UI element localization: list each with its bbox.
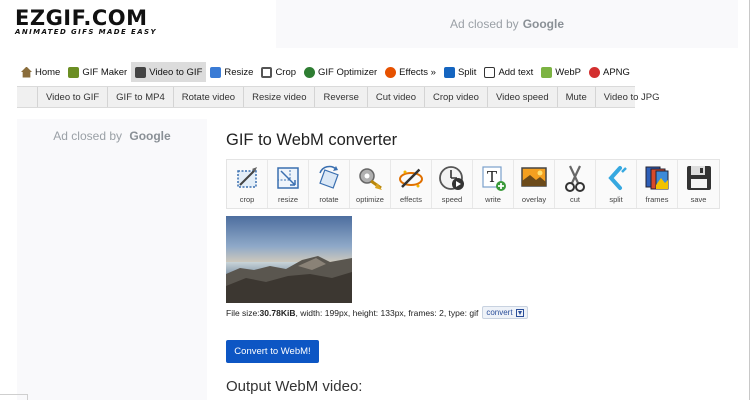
subnav-resize-video[interactable]: Resize video [243,87,314,107]
tool-speed[interactable]: speed [432,160,473,208]
cut-tool-icon [565,165,585,192]
tool-resize[interactable]: resize [268,160,309,208]
logo-name: EZGIF.COM [15,6,148,30]
nav-crop[interactable]: Crop [257,62,300,82]
file-size: 30.78KiB [259,307,296,318]
effects-tool-icon [399,166,423,188]
top-ad-banner: Ad closed by Google [276,0,738,48]
split-tool-icon [608,166,627,190]
subnav-video-to-gif[interactable]: Video to GIF [37,87,107,107]
output-title: Output WebM video: [226,378,363,395]
subnav-cut-video[interactable]: Cut video [366,87,424,107]
logo-tagline: ANIMATED GIFS MADE EASY [15,28,157,36]
nav-video-to-gif[interactable]: Video to GIF [131,62,207,82]
tool-write[interactable]: T write [473,160,514,208]
tool-toolbar: crop resize rotate optimize effects spee… [226,159,720,209]
nav-gif-maker[interactable]: GIF Maker [64,62,131,82]
nav-split[interactable]: Split [440,62,480,82]
side-ad-banner: Ad closed by Google [17,119,207,400]
subnav-video-speed[interactable]: Video speed [486,87,557,107]
ad-closed-text: Ad closed by [53,129,123,143]
tool-optimize[interactable]: optimize [350,160,391,208]
frames-tool-icon [645,166,669,190]
write-tool-icon: T [482,166,506,191]
crop-tool-icon [237,167,257,188]
nav-gif-optimizer[interactable]: GIF Optimizer [300,62,381,82]
subnav-mute[interactable]: Mute [556,87,595,107]
tool-rotate[interactable]: rotate [309,160,350,208]
home-icon [21,66,32,78]
crop-icon [261,66,273,78]
split-icon [443,66,455,78]
nav-resize[interactable]: Resize [206,62,257,82]
file-details: , width: 199px, height: 133px, frames: 2… [295,307,479,318]
ad-brand: Google [129,129,171,143]
nav-add-text[interactable]: Add text [480,62,537,82]
subnav-gif-to-mp4[interactable]: GIF to MP4 [107,87,173,107]
site-logo[interactable]: EZGIF.COM ANIMATED GIFS MADE EASY [15,7,175,37]
convert-to-webm-button[interactable]: Convert to WebM! [226,340,319,363]
webp-icon [541,66,553,78]
nav-apng[interactable]: APNG [585,62,634,82]
page-title: GIF to WebM converter [226,131,398,149]
sub-nav: Video to GIF GIF to MP4 Rotate video Res… [17,86,660,108]
effects-icon [385,66,397,78]
rotate-tool-icon [319,165,339,189]
window-corner [0,394,28,400]
nav-effects[interactable]: Effects » [381,62,440,82]
file-info: File size: 30.78KiB , width: 199px, heig… [226,306,528,319]
subnav-video-to-jpg[interactable]: Video to JPG [594,87,668,107]
nav-home[interactable]: Home [17,62,64,82]
optimize-tool-icon [359,168,382,190]
nav-webp[interactable]: WebP [537,62,585,82]
ad-brand: Google [522,17,565,31]
tool-frames[interactable]: frames [637,160,678,208]
subnav-crop-video[interactable]: Crop video [424,87,487,107]
tool-overlay[interactable]: overlay [514,160,555,208]
main-nav: Home GIF Maker Video to GIF Resize Crop … [17,62,634,82]
tool-crop[interactable]: crop [227,160,268,208]
svg-text:T: T [487,168,497,186]
tool-cut[interactable]: cut [555,160,596,208]
tool-effects[interactable]: effects [391,160,432,208]
gif-maker-icon [68,66,80,78]
resize-icon [210,66,222,78]
tool-split[interactable]: split [596,160,637,208]
subnav-reverse[interactable]: Reverse [314,87,366,107]
ad-closed-text: Ad closed by [449,17,519,31]
optimizer-icon [304,66,316,78]
speed-tool-icon [439,166,464,190]
add-text-icon [484,66,496,78]
overlay-tool-icon [521,167,547,187]
save-tool-icon [686,166,711,190]
subnav-rotate-video[interactable]: Rotate video [172,87,243,107]
resize-tool-icon [277,167,299,189]
video-to-gif-icon [135,66,147,78]
preview-landscape [226,216,352,303]
convert-dropdown[interactable]: convert [482,306,528,319]
tool-save[interactable]: save [678,160,719,208]
download-arrow-icon [515,308,524,317]
gif-preview-image [226,216,352,303]
apng-icon [589,66,600,78]
